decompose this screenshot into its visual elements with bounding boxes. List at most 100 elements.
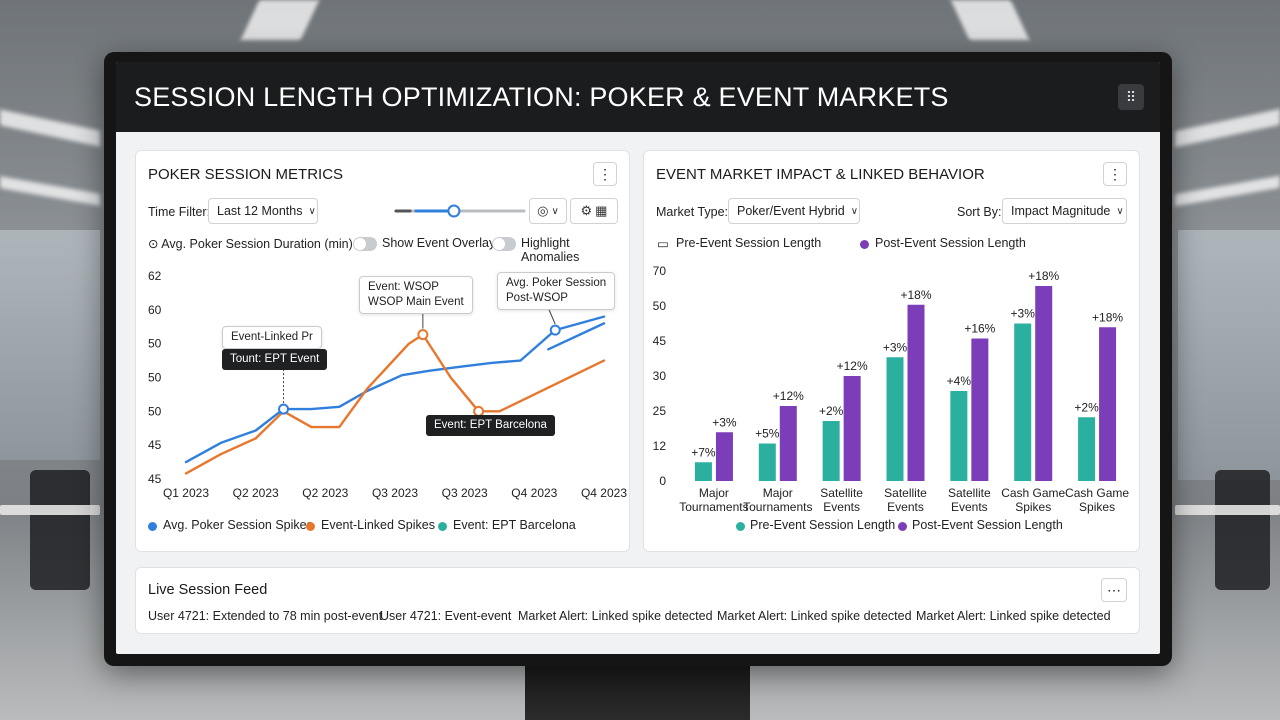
annotation-ept-barcelona: Event: EPT Barcelona <box>426 415 555 436</box>
bar-data-label: +4% <box>947 374 972 388</box>
monitor: SESSION LENGTH OPTIMIZATION: POKER & EVE… <box>104 52 1172 666</box>
bar <box>950 391 968 481</box>
bar <box>907 304 925 481</box>
x-tick-label: Cash Game <box>1065 486 1129 500</box>
chevron-down-icon: ∨ <box>1116 205 1124 217</box>
legend-item: Avg. Poker Session Spikes <box>163 518 313 532</box>
grid-menu-icon[interactable]: ⠿ <box>1118 84 1144 110</box>
more-options-icon[interactable]: ⋮ <box>593 162 617 186</box>
x-tick-label: Satellite <box>948 486 991 500</box>
x-tick-label: Events <box>951 500 988 514</box>
annotation-wsop: Event: WSOP WSOP Main Event <box>359 276 473 314</box>
bar <box>843 376 861 481</box>
x-tick-label: Cash Game <box>1001 486 1065 500</box>
x-tick-label: Q3 2023 <box>442 486 488 500</box>
bar-data-label: +5% <box>755 427 780 441</box>
gear-icon: ⚙ <box>580 203 593 218</box>
bar <box>694 462 712 481</box>
y-tick-label: 25 <box>653 404 667 418</box>
event-bar-chart: 0122530455070+7%+3%MajorTournaments+5%+1… <box>653 264 1130 514</box>
target-dropdown-button[interactable]: ◎ ∨ <box>529 198 567 224</box>
feed-item[interactable]: User 4721: Event-event <box>380 609 511 623</box>
x-tick-label: Q3 2023 <box>372 486 418 500</box>
bar-data-label: +3% <box>712 415 737 429</box>
bar <box>1078 417 1096 481</box>
sort-by-select[interactable]: Impact Magnitude ∨ <box>1002 198 1127 224</box>
bar <box>715 432 733 481</box>
x-tick-label: Q4 2023 <box>581 486 627 500</box>
legend-item: Event-Linked Spikes <box>321 518 435 532</box>
annotation-text: Event-Linked Pr <box>231 331 313 343</box>
annotation-text: Post-WSOP <box>506 292 568 304</box>
calendar-icon: ▭ <box>657 237 669 251</box>
metric-label: Avg. Poker Session Duration (min) <box>161 237 353 251</box>
more-options-icon[interactable]: ⋯ <box>1101 578 1127 602</box>
x-tick-label: Tournaments <box>743 500 812 514</box>
bar <box>1014 323 1032 481</box>
annotation-ept-event: Tount: EPT Event <box>222 349 328 370</box>
ceiling-light <box>0 109 100 147</box>
data-point-marker <box>278 403 290 415</box>
x-tick-label: Q4 2023 <box>511 486 557 500</box>
chevron-down-icon: ∨ <box>850 205 859 217</box>
legend-swatch-purple <box>860 240 869 249</box>
bar <box>1099 327 1117 481</box>
desk <box>1175 505 1280 515</box>
x-tick-label: Major <box>699 486 729 500</box>
ceiling-light <box>0 176 100 206</box>
bar <box>758 443 776 481</box>
range-slider[interactable] <box>394 201 526 221</box>
ceiling-light <box>1175 175 1280 207</box>
x-tick-label: Events <box>823 500 860 514</box>
data-point-marker <box>549 324 561 336</box>
calendar-icon: ▦ <box>595 203 608 218</box>
x-tick-label: Major <box>763 486 793 500</box>
legend-swatch-purple <box>898 522 907 531</box>
y-tick-label: 70 <box>653 264 667 278</box>
metric-selector[interactable]: ⊙ Avg. Poker Session Duration (min) <box>148 236 353 251</box>
legend-item: Post-Event Session Length <box>875 236 1026 250</box>
y-tick-label: 30 <box>653 369 667 383</box>
live-session-feed: Live Session Feed ⋯ User 4721: Extended … <box>135 567 1140 634</box>
bar-data-label: +18% <box>900 288 931 302</box>
annotation-text: Avg. Poker Session <box>506 277 607 289</box>
bar-data-label: +3% <box>1011 307 1036 321</box>
feed-item[interactable]: Market Alert: Linked spike detected <box>717 609 912 623</box>
ceiling-light <box>240 0 320 40</box>
settings-calendar-button[interactable]: ⚙ ▦ <box>570 198 618 224</box>
feed-item[interactable]: Market Alert: Linked spike detected <box>916 609 1111 623</box>
market-type-select[interactable]: Poker/Event Hybrid ∨ <box>728 198 860 224</box>
bar-data-label: +7% <box>691 445 716 459</box>
slider-handle <box>447 204 461 218</box>
bar-data-label: +18% <box>1028 269 1059 283</box>
annotation-text: WSOP Main Event <box>368 296 464 308</box>
bar-data-label: +2% <box>1074 400 1099 414</box>
x-tick-label: Satellite <box>884 486 927 500</box>
chevron-down-icon: ∨ <box>308 205 316 217</box>
event-overlays-toggle[interactable] <box>353 237 377 251</box>
anomalies-label: Highlight Anomalies <box>521 236 580 264</box>
time-filter-select[interactable]: Last 12 Months ∨ <box>208 198 318 224</box>
legend-swatch-teal <box>736 522 745 531</box>
x-tick-label: Q2 2023 <box>233 486 279 500</box>
bar <box>886 357 904 481</box>
annotation-post-wsop: Avg. Poker Session Post-WSOP <box>497 272 616 310</box>
feed-item[interactable]: User 4721: Extended to 78 min post-event <box>148 609 382 623</box>
sort-by-label: Sort By: <box>957 205 1002 219</box>
y-tick-label: 0 <box>659 474 666 488</box>
legend-swatch-blue <box>148 522 157 531</box>
y-tick-label: 50 <box>148 337 162 351</box>
feed-item[interactable]: Market Alert: Linked spike detected <box>518 609 713 623</box>
market-type-value: Poker/Event Hybrid <box>737 204 845 218</box>
x-tick-label: Spikes <box>1079 500 1115 514</box>
bar <box>779 406 797 481</box>
y-tick-label: 60 <box>148 303 162 317</box>
chevron-down-icon: ∨ <box>551 205 559 217</box>
bar <box>822 421 840 481</box>
ceiling-light <box>1175 108 1280 148</box>
y-tick-label: 50 <box>148 404 162 418</box>
sort-by-value: Impact Magnitude <box>1011 204 1111 218</box>
more-options-icon[interactable]: ⋮ <box>1103 162 1127 186</box>
anomalies-toggle[interactable] <box>492 237 516 251</box>
bar-data-label: +12% <box>773 389 804 403</box>
